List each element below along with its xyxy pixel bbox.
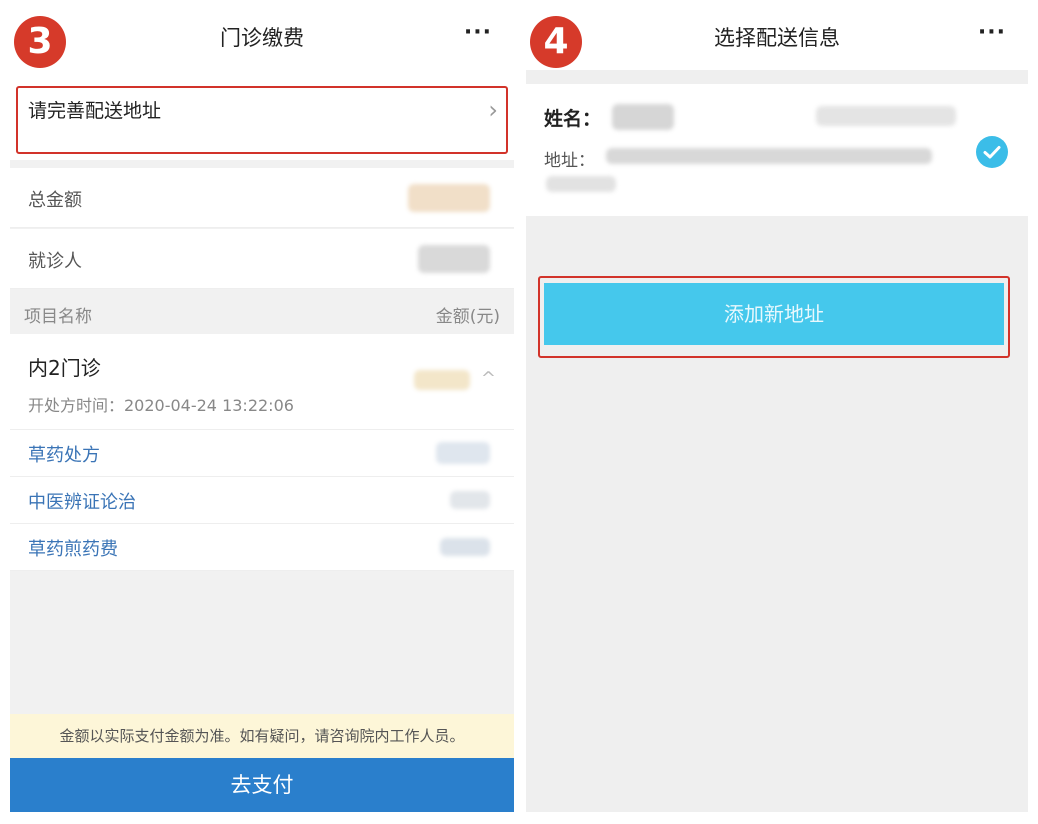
prescription-time: 开处方时间：2020-04-24 13:22:06 <box>28 396 294 415</box>
add-new-address-button[interactable]: 添加新地址 <box>544 283 1004 345</box>
blurred-value <box>408 184 490 212</box>
visit-title: 内2门诊 <box>28 356 101 380</box>
patient-row: 就诊人 <box>10 229 514 289</box>
outpatient-payment-screen: 3 门诊缴费 ··· 请完善配送地址 › 总金额 就诊人 项目名称 金额(元) … <box>10 8 514 812</box>
address-label: 地址： <box>544 151 595 171</box>
delivery-address-label: 请完善配送地址 <box>28 100 162 122</box>
blurred-phone <box>816 106 956 126</box>
item-list-header: 项目名称 金额(元) <box>10 290 514 334</box>
item-name-header: 项目名称 <box>24 307 92 327</box>
blurred-address <box>606 148 932 164</box>
pay-button[interactable]: 去支付 <box>10 758 514 812</box>
page-title: 门诊缴费 <box>220 26 304 50</box>
total-amount-label: 总金额 <box>28 190 82 211</box>
patient-label: 就诊人 <box>28 251 82 272</box>
chevron-right-icon: › <box>488 96 498 124</box>
total-amount-row: 总金额 <box>10 168 514 228</box>
list-item[interactable]: 草药处方 <box>10 430 514 477</box>
page-title: 选择配送信息 <box>714 26 840 50</box>
item-label: 草药处方 <box>28 445 100 466</box>
header: 3 门诊缴费 ··· <box>10 8 514 70</box>
blurred-value <box>450 491 490 509</box>
chevron-up-icon[interactable]: ^ <box>481 368 496 389</box>
item-label: 草药煎药费 <box>28 539 118 560</box>
highlight-box: 添加新地址 <box>538 276 1010 358</box>
blurred-value <box>418 245 490 273</box>
delivery-address-row[interactable]: 请完善配送地址 › <box>10 70 514 160</box>
blurred-value <box>440 538 490 556</box>
list-item[interactable]: 中医辨证论治 <box>10 477 514 524</box>
more-icon[interactable]: ··· <box>978 20 1006 45</box>
check-circle-icon[interactable] <box>976 136 1008 168</box>
amount-header: 金额(元) <box>435 307 500 327</box>
blurred-name <box>612 104 674 130</box>
list-item[interactable]: 草药煎药费 <box>10 524 514 571</box>
notice-text: 金额以实际支付金额为准。如有疑问，请咨询院内工作人员。 <box>59 727 465 745</box>
more-icon[interactable]: ··· <box>464 20 492 45</box>
name-label: 姓名： <box>544 108 602 130</box>
notice-bar: 金额以实际支付金额为准。如有疑问，请咨询院内工作人员。 <box>10 714 514 758</box>
header: 4 选择配送信息 ··· <box>526 8 1028 70</box>
blurred-value <box>436 442 490 464</box>
visit-row[interactable]: 内2门诊 开处方时间：2020-04-24 13:22:06 ^ <box>10 334 514 430</box>
select-delivery-screen: 4 选择配送信息 ··· 姓名： 地址： 添加新地址 <box>526 8 1028 812</box>
address-card[interactable]: 姓名： 地址： <box>526 84 1028 216</box>
blurred-value <box>414 370 470 390</box>
blurred-address <box>546 176 616 192</box>
item-label: 中医辨证论治 <box>28 492 136 513</box>
